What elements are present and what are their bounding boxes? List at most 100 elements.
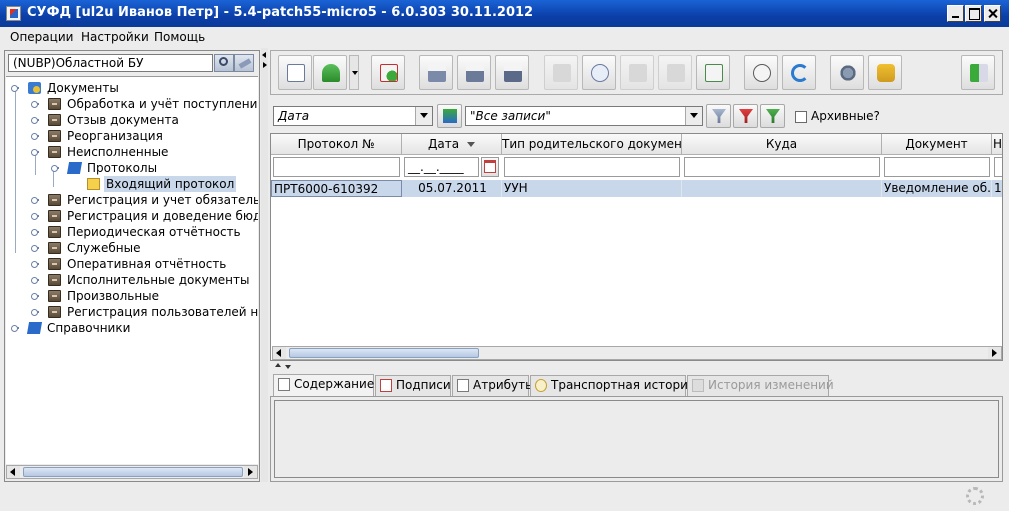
tab-attributes[interactable]: Атрибуты: [452, 375, 535, 396]
import-button[interactable]: [313, 55, 347, 90]
maximize-button[interactable]: [965, 5, 982, 22]
tree-node-item[interactable]: Произвольные: [31, 288, 256, 304]
import-dropdown-button[interactable]: [349, 55, 359, 90]
tree-expand-toggle[interactable]: [51, 164, 61, 172]
tree-node-item[interactable]: Регистрация и учет обязательств: [31, 192, 258, 208]
org-clear-button[interactable]: [234, 54, 254, 72]
filter-button[interactable]: [706, 104, 731, 128]
database-button[interactable]: [868, 55, 902, 90]
settings-doc-button[interactable]: [696, 55, 730, 90]
menu-help[interactable]: Помощь: [154, 30, 205, 44]
tree-expand-toggle[interactable]: [31, 212, 41, 220]
close-button[interactable]: [984, 5, 1001, 22]
collapse-down-arrow[interactable]: [285, 365, 291, 369]
column-header[interactable]: Документ: [882, 134, 992, 155]
print-button[interactable]: [419, 55, 453, 90]
tree-node-protocols[interactable]: Протоколы: [51, 160, 251, 176]
copy-button[interactable]: [544, 55, 578, 90]
cell-destination[interactable]: [682, 180, 882, 197]
refresh-button[interactable]: [782, 55, 816, 90]
sort-direction-button[interactable]: [437, 104, 462, 128]
reply-button[interactable]: [658, 55, 692, 90]
collapse-up-arrow[interactable]: [275, 363, 281, 367]
scroll-right-arrow[interactable]: [988, 347, 1001, 359]
tree-expand-toggle[interactable]: [31, 276, 41, 284]
filter-date-input[interactable]: __.__.____: [404, 157, 479, 177]
scroll-right-arrow[interactable]: [244, 466, 257, 478]
tree-expand-toggle[interactable]: [11, 324, 21, 332]
filter-doc-input[interactable]: [884, 157, 990, 177]
tree-node-documents[interactable]: Документы: [11, 80, 251, 96]
tree-expand-toggle[interactable]: [31, 292, 41, 300]
column-header[interactable]: Тип родительского документа: [502, 134, 682, 155]
tree-expand-toggle[interactable]: [31, 116, 41, 124]
cell-parent-type[interactable]: УУН: [502, 180, 682, 197]
tree-expand-toggle[interactable]: [31, 196, 41, 204]
tree-expand-toggle[interactable]: [31, 308, 41, 316]
sort-field-select[interactable]: Дата: [273, 106, 433, 126]
tree-horizontal-scrollbar[interactable]: [6, 465, 258, 479]
menu-operations[interactable]: Операции: [10, 30, 73, 44]
tree-node-item[interactable]: Регистрация и доведение бюджет: [31, 208, 258, 224]
tree-node-references[interactable]: Справочники: [11, 320, 251, 336]
column-header[interactable]: Куда: [682, 134, 882, 155]
tree-node-item[interactable]: Отзыв документа: [31, 112, 256, 128]
tree-expand-toggle[interactable]: [31, 100, 41, 108]
filter-protocol-input[interactable]: [273, 157, 400, 177]
panel-splitter[interactable]: [261, 48, 268, 482]
collapse-left-arrow[interactable]: [262, 52, 266, 58]
tree-node-item[interactable]: Реорганизация: [31, 128, 256, 144]
view-document-button[interactable]: [278, 55, 312, 90]
tree-node-item[interactable]: Исполнительные документы: [31, 272, 256, 288]
minimize-button[interactable]: [947, 5, 964, 22]
tree-expand-toggle[interactable]: [11, 84, 21, 92]
cell-n[interactable]: 1: [992, 180, 1002, 197]
clear-filter-button[interactable]: [733, 104, 758, 128]
print-list-button[interactable]: [495, 55, 529, 90]
archive-checkbox[interactable]: [795, 111, 807, 123]
edit-filter-button[interactable]: [760, 104, 785, 128]
scroll-thumb[interactable]: [289, 348, 479, 358]
tree-node-item[interactable]: Неисполненные: [31, 144, 256, 160]
tree-node-item[interactable]: Регистрация пользователей на о: [31, 304, 258, 320]
records-filter-select[interactable]: "Все записи": [465, 106, 703, 126]
table-horizontal-scrollbar[interactable]: [272, 346, 1002, 360]
tab-content[interactable]: Содержание: [273, 374, 374, 397]
cell-protocol-number[interactable]: ПРТ6000-610392: [271, 180, 402, 197]
tree-expand-toggle[interactable]: [31, 228, 41, 236]
check-button[interactable]: [582, 55, 616, 90]
collapse-right-arrow[interactable]: [263, 62, 267, 68]
print-preview-button[interactable]: [457, 55, 491, 90]
chevron-down-icon[interactable]: [685, 107, 702, 125]
filter-type-input[interactable]: [504, 157, 680, 177]
tab-transport-history[interactable]: Транспортная история: [530, 375, 695, 396]
scroll-left-arrow[interactable]: [7, 466, 20, 478]
org-field[interactable]: (NUBP)Областной БУ: [8, 54, 213, 72]
tree-node-item[interactable]: Периодическая отчётность: [31, 224, 256, 240]
chevron-down-icon[interactable]: [415, 107, 432, 125]
tree-expand-toggle[interactable]: [31, 260, 41, 268]
message-button[interactable]: [620, 55, 654, 90]
tree-expand-toggle[interactable]: [31, 244, 41, 252]
tree-node-item[interactable]: Оперативная отчётность: [31, 256, 256, 272]
tree-expand-toggle[interactable]: [31, 148, 41, 156]
tree-node-item[interactable]: Служебные: [31, 240, 256, 256]
scroll-left-arrow[interactable]: [273, 347, 286, 359]
tree-expand-toggle[interactable]: [31, 132, 41, 140]
column-header[interactable]: Протокол №: [271, 134, 402, 155]
cell-date[interactable]: 05.07.2011: [402, 180, 502, 197]
cell-document[interactable]: Уведомление об...: [882, 180, 992, 197]
exit-button[interactable]: [961, 55, 995, 90]
filter-n-input[interactable]: [994, 157, 1002, 177]
sign-button[interactable]: [371, 55, 405, 90]
tree-node-incoming-protocol[interactable]: Входящий протокол: [69, 176, 249, 192]
column-header-date[interactable]: Дата: [402, 134, 502, 155]
tab-signatures[interactable]: Подписи: [375, 375, 451, 396]
menu-settings[interactable]: Настройки: [81, 30, 149, 44]
tab-change-history[interactable]: История изменений: [687, 375, 834, 396]
view-button[interactable]: [744, 55, 778, 90]
scroll-thumb[interactable]: [23, 467, 243, 477]
org-search-button[interactable]: [214, 54, 234, 72]
run-button[interactable]: [830, 55, 864, 90]
tree-node-item[interactable]: Обработка и учёт поступлений: [31, 96, 258, 112]
